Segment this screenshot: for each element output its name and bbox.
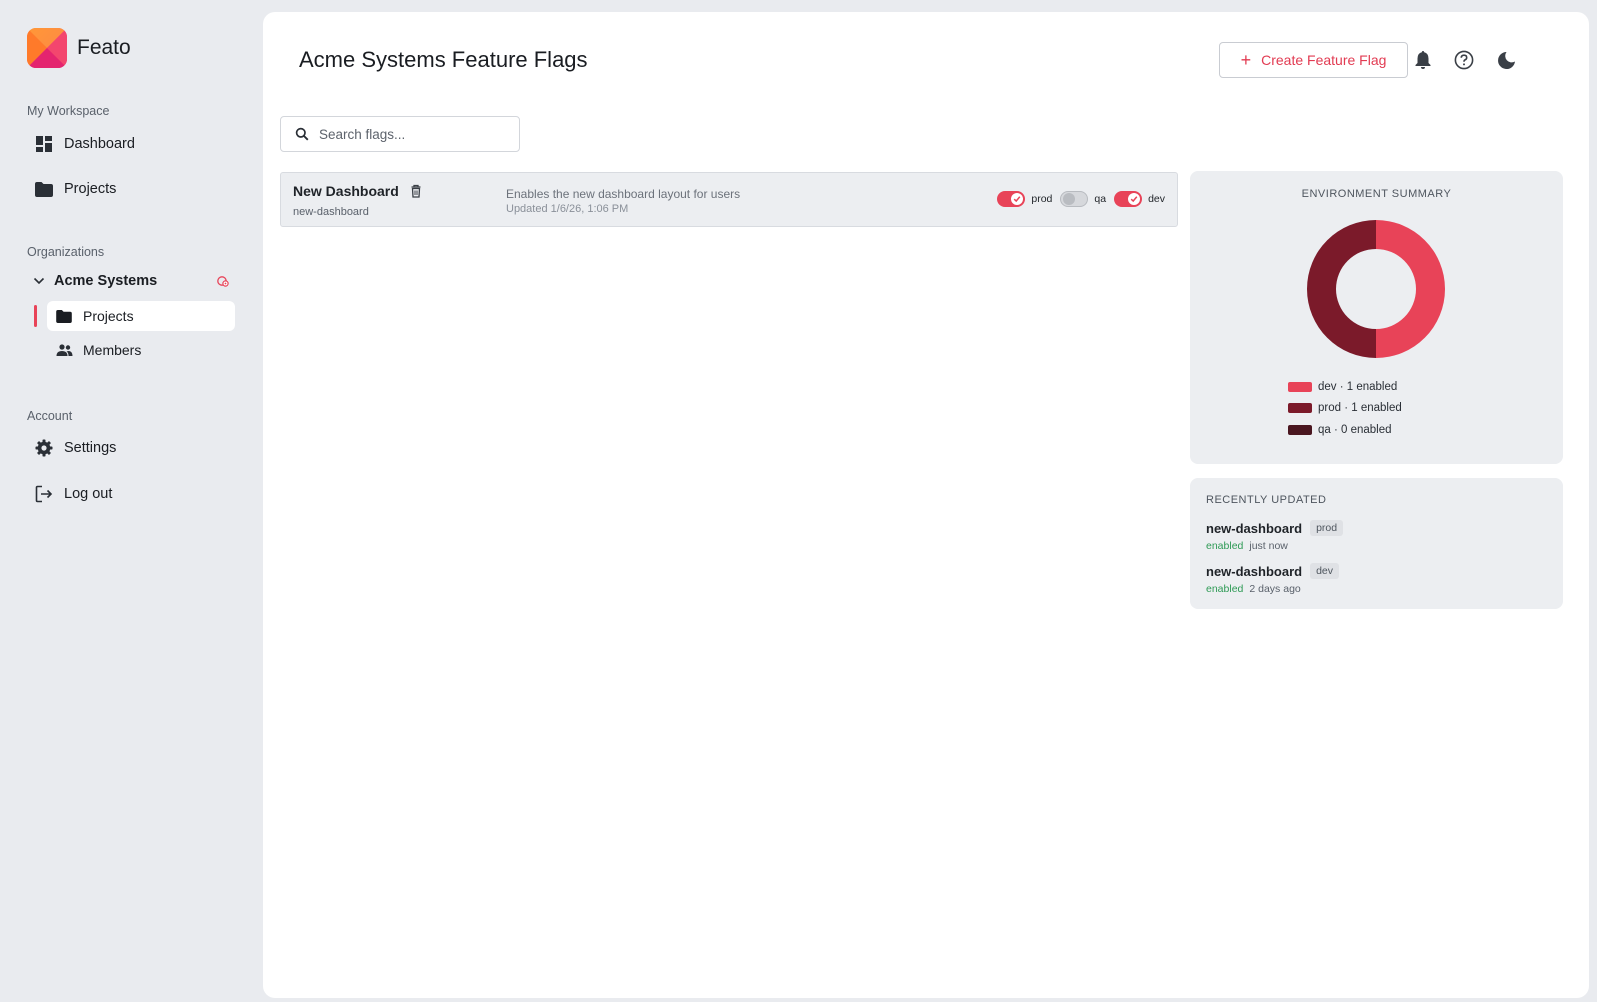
nav-settings[interactable]: Settings [34, 438, 116, 458]
org-nav-projects-label: Projects [83, 308, 134, 324]
org-nav-projects[interactable]: Projects [47, 301, 235, 331]
account-section-label: Account [27, 409, 73, 423]
legend-item-dev: dev · 1 enabled [1288, 376, 1402, 398]
check-icon [1128, 193, 1141, 205]
env-badge: dev [1310, 563, 1340, 579]
folder-icon [55, 307, 73, 325]
org-acme-systems[interactable]: Acme Systems [32, 270, 230, 292]
nav-projects-label: Projects [64, 181, 117, 197]
legend-text-prod: prod · 1 enabled [1318, 402, 1402, 415]
legend-text-dev: dev · 1 enabled [1318, 380, 1398, 393]
environment-summary-title: ENVIRONMENT SUMMARY [1301, 188, 1452, 200]
legend-item-qa: qa · 0 enabled [1288, 419, 1402, 441]
bell-icon[interactable] [1411, 48, 1435, 72]
nav-settings-label: Settings [64, 440, 117, 456]
prod-label: prod [1031, 193, 1053, 205]
toggle-qa: qa [1060, 191, 1106, 207]
page-title: Acme Systems Feature Flags [299, 47, 588, 72]
help-icon[interactable] [1452, 48, 1476, 72]
legend-text-qa: qa · 0 enabled [1318, 423, 1392, 436]
flag-name: New Dashboard [293, 183, 399, 199]
org-nav-members-label: Members [83, 342, 142, 358]
legend-swatch-qa [1288, 424, 1312, 435]
recent-time: 2 days ago [1249, 583, 1301, 595]
org-settings-icon[interactable] [216, 274, 230, 288]
create-feature-flag-button[interactable]: + Create Feature Flag [1219, 42, 1408, 78]
recent-status: enabled [1206, 540, 1244, 552]
recent-flag-key: new-dashboard [1206, 563, 1303, 579]
main-panel: Acme Systems Feature Flags + Create Feat… [263, 12, 1589, 998]
sidebar: Feato My Workspace Dashboard Projects Or… [0, 0, 262, 1002]
environment-summary-card: ENVIRONMENT SUMMARY dev · 1 enabled prod… [1190, 171, 1563, 464]
knob [1063, 193, 1076, 205]
flag-key: new-dashboard [293, 206, 369, 218]
flag-updated: Updated 1/6/26, 1:06 PM [506, 203, 629, 215]
nav-logout-label: Log out [64, 486, 113, 502]
donut-slice-prod [1307, 220, 1376, 358]
recent-time: just now [1249, 540, 1288, 552]
toggle-dev: dev [1114, 191, 1165, 207]
search-input[interactable] [319, 126, 509, 142]
env-badge: prod [1310, 520, 1344, 536]
brand-name: Feato [77, 36, 131, 59]
flag-description: Enables the new dashboard layout for use… [506, 187, 741, 201]
trash-icon[interactable] [409, 184, 423, 198]
prod-switch[interactable] [997, 191, 1026, 207]
brand[interactable]: Feato [27, 28, 131, 68]
recent-item[interactable]: new-dashboard prod enabled just now [1206, 520, 1344, 552]
toggle-prod: prod [997, 191, 1052, 207]
logout-icon [34, 484, 54, 504]
dev-switch[interactable] [1114, 191, 1143, 207]
legend-swatch-dev [1288, 381, 1312, 392]
org-nav-members[interactable]: Members [47, 335, 235, 365]
check-icon [1011, 193, 1024, 205]
recently-updated-title: RECENTLY UPDATED [1206, 494, 1327, 506]
flag-row[interactable]: New Dashboard new-dashboard Enables the … [280, 172, 1178, 227]
active-indicator [34, 305, 37, 327]
recent-flag-key: new-dashboard [1206, 520, 1303, 536]
moon-icon[interactable] [1494, 48, 1518, 72]
plus-icon: + [1240, 50, 1252, 70]
create-feature-flag-label: Create Feature Flag [1261, 52, 1387, 68]
folder-icon [34, 179, 54, 199]
organizations-section-label: Organizations [27, 245, 105, 259]
gear-icon [34, 438, 54, 458]
recent-item[interactable]: new-dashboard dev enabled 2 days ago [1206, 563, 1340, 595]
recently-updated-card: RECENTLY UPDATED new-dashboard prod enab… [1190, 478, 1563, 609]
search-box[interactable] [280, 116, 520, 152]
nav-logout[interactable]: Log out [34, 484, 112, 504]
chevron-down-icon [33, 277, 45, 285]
nav-projects[interactable]: Projects [34, 179, 116, 199]
nav-dashboard-label: Dashboard [64, 136, 135, 152]
qa-switch[interactable] [1060, 191, 1089, 207]
qa-label: qa [1094, 193, 1107, 205]
environment-toggles: prod qa dev [989, 191, 1165, 207]
nav-dashboard[interactable]: Dashboard [34, 134, 135, 154]
donut-slice-dev [1376, 220, 1445, 358]
people-icon [55, 341, 73, 359]
environment-donut-chart [1307, 220, 1445, 358]
dev-label: dev [1148, 193, 1165, 205]
dashboard-icon [34, 134, 54, 154]
legend-swatch-prod [1288, 403, 1312, 414]
org-name: Acme Systems [54, 273, 158, 289]
feato-logo-icon [27, 28, 67, 68]
workspace-section-label: My Workspace [27, 104, 110, 118]
legend-item-prod: prod · 1 enabled [1288, 398, 1402, 420]
recent-status: enabled [1206, 583, 1244, 595]
chart-legend: dev · 1 enabled prod · 1 enabled qa · 0 … [1288, 376, 1402, 441]
search-icon [295, 127, 309, 141]
